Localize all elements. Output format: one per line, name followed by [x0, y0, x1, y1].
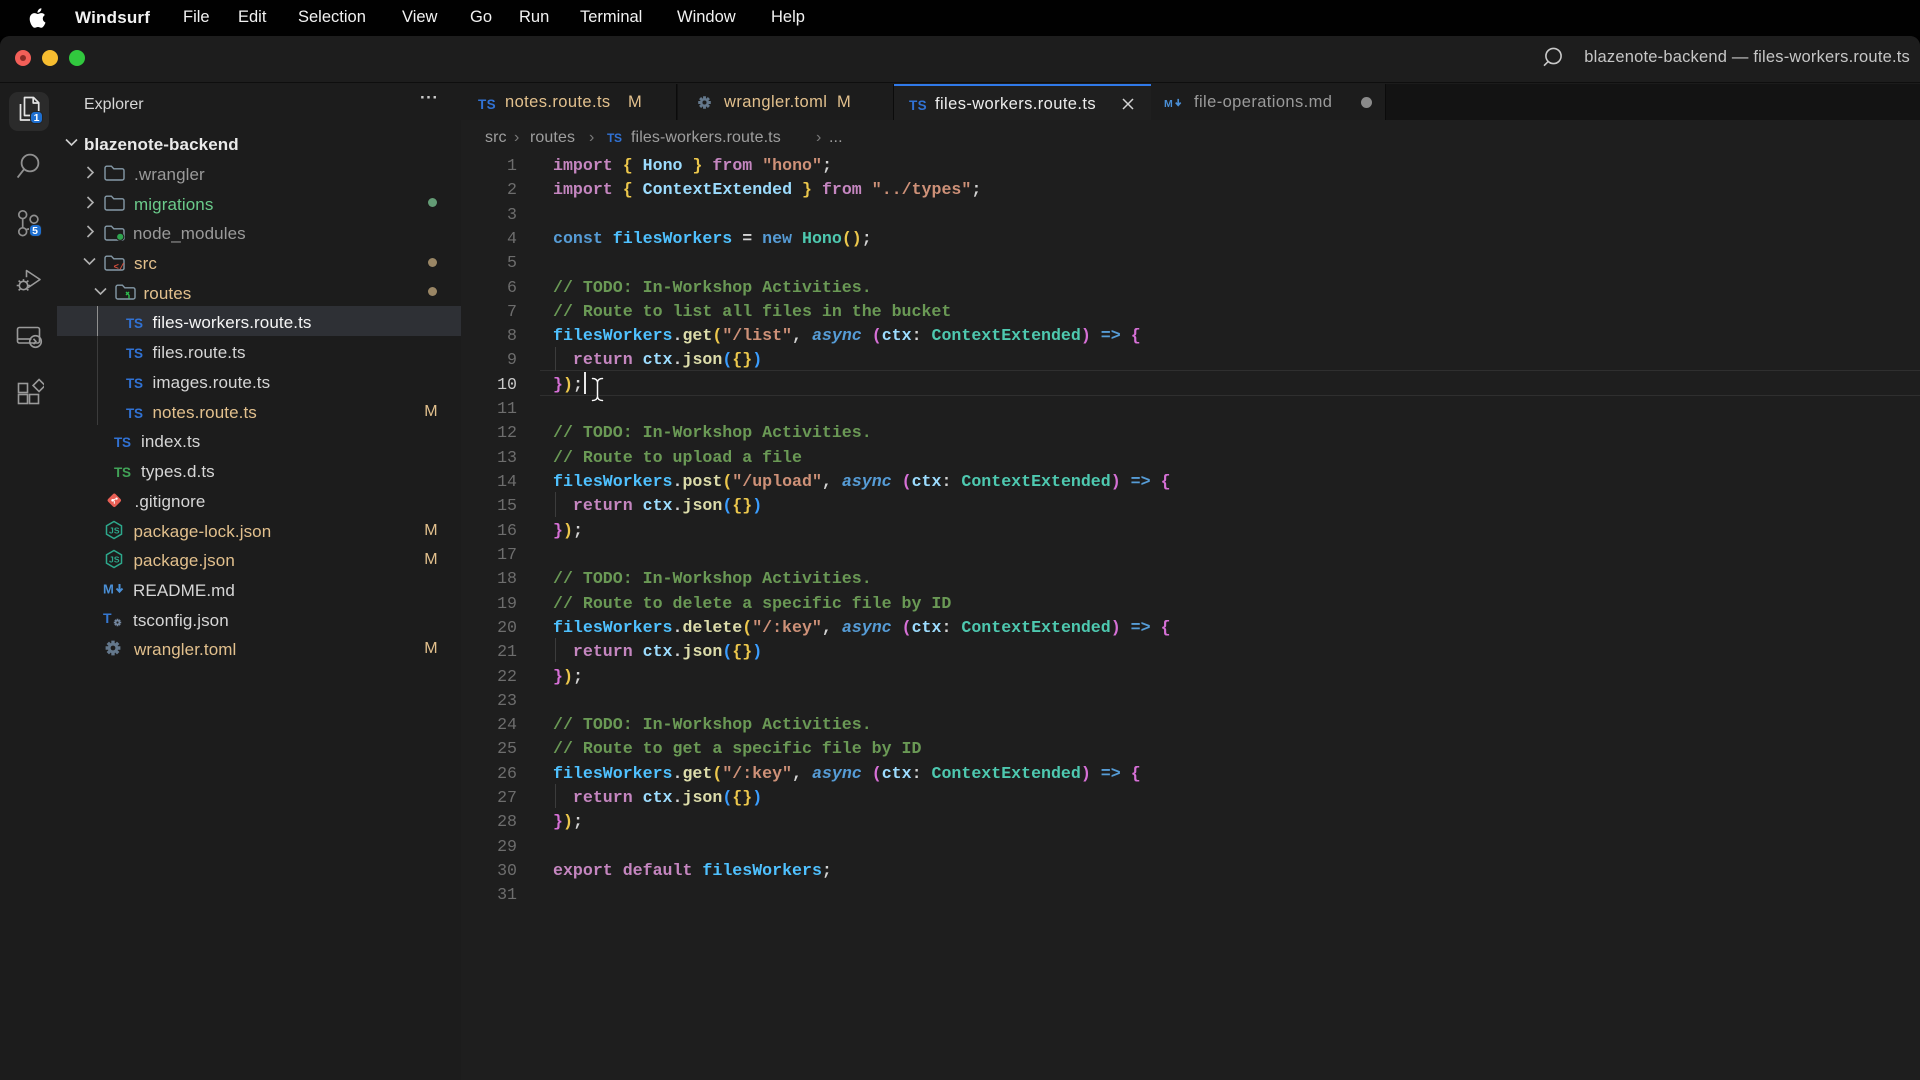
svg-text:JS: JS [109, 525, 120, 535]
svg-text:M: M [1164, 98, 1173, 110]
svg-text:JS: JS [109, 555, 120, 565]
svg-text:M: M [103, 581, 114, 596]
svg-text:</>: </> [114, 262, 126, 271]
svg-text:T: T [103, 610, 112, 626]
